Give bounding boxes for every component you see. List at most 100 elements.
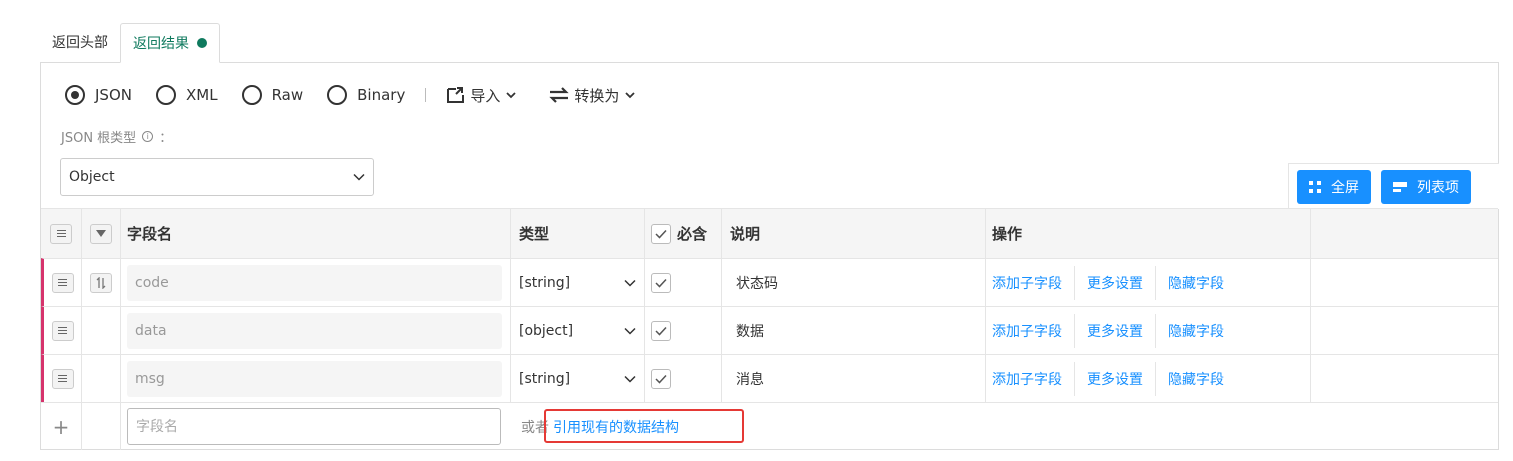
radio-xml[interactable]: XML [155, 85, 218, 105]
more-settings-link[interactable]: 更多设置 [1087, 321, 1155, 341]
drag-handle-icon[interactable] [51, 368, 74, 389]
header-type: 类型 [511, 209, 645, 258]
fullscreen-label: 全屏 [1331, 180, 1359, 196]
field-required-cell [645, 355, 722, 402]
tab-response-headers[interactable]: 返回头部 [40, 23, 120, 63]
list-view-label: 列表项 [1417, 180, 1459, 196]
table-row: msg [string] 消息 添加子字段 更多设置 隐藏字段 [41, 354, 1498, 402]
radio-label: Binary [357, 86, 406, 104]
field-type-select[interactable]: [object] [519, 323, 636, 339]
header-required: 必含 [645, 209, 722, 258]
response-tabs: 返回头部 返回结果 [40, 23, 220, 63]
chevron-down-icon [624, 327, 636, 335]
menu-icon[interactable] [50, 223, 72, 244]
convert-label: 转换为 [574, 86, 620, 105]
radio-circle [241, 85, 262, 105]
field-required-checkbox[interactable] [651, 272, 671, 293]
root-type-label: JSON 根类型 i ： [61, 127, 172, 146]
row-extra-cell [1311, 307, 1498, 354]
field-type-value: [object] [519, 322, 574, 339]
hide-field-link[interactable]: 隐藏字段 [1168, 273, 1236, 293]
field-name-input[interactable]: msg [127, 360, 502, 397]
field-operations-cell: 添加子字段 更多设置 隐藏字段 [986, 355, 1311, 402]
add-child-field-link[interactable]: 添加子字段 [992, 321, 1074, 341]
field-name-cell: msg [121, 355, 511, 402]
root-type-select[interactable]: Object [60, 158, 374, 196]
field-type-value: [string] [519, 370, 571, 387]
chevron-down-icon [506, 92, 516, 99]
convert-icon [549, 87, 569, 103]
triangle-down-icon[interactable] [90, 223, 112, 244]
root-type-value: Object [69, 169, 115, 185]
field-type-cell: [string] [511, 259, 645, 306]
more-settings-link[interactable]: 更多设置 [1087, 369, 1155, 389]
header-expand-cell [82, 209, 121, 258]
field-required-checkbox[interactable] [651, 368, 671, 389]
drag-handle-icon[interactable] [51, 320, 74, 341]
field-type-select[interactable]: [string] [519, 275, 636, 291]
radio-json[interactable]: JSON [65, 85, 132, 105]
table-row: code [string] 状态码 添加子字段 更多设置 隐藏字段 [41, 258, 1498, 306]
fullscreen-button[interactable]: 全屏 [1297, 170, 1371, 204]
check-icon [655, 326, 667, 336]
import-button[interactable]: 导入 [446, 85, 520, 106]
divider [1155, 361, 1156, 396]
field-name-input[interactable]: code [127, 264, 502, 301]
sort-icon[interactable] [90, 272, 112, 293]
more-settings-link[interactable]: 更多设置 [1087, 273, 1155, 293]
field-type-select[interactable]: [string] [519, 371, 636, 387]
divider [1155, 313, 1156, 348]
field-type-cell: [string] [511, 355, 645, 402]
radio-raw[interactable]: Raw [241, 85, 303, 105]
view-toolbar: 全屏 列表项 [1288, 163, 1499, 209]
import-icon [447, 87, 465, 103]
hide-field-link[interactable]: 隐藏字段 [1168, 321, 1236, 341]
add-child-field-link[interactable]: 添加子字段 [992, 273, 1074, 293]
radio-binary[interactable]: Binary [327, 85, 405, 105]
radio-circle [155, 85, 176, 105]
divider [1155, 265, 1156, 300]
plus-icon[interactable]: + [41, 403, 82, 450]
list-icon [1393, 182, 1407, 192]
field-description-cell[interactable]: 消息 [722, 355, 986, 402]
field-operations-cell: 添加子字段 更多设置 隐藏字段 [986, 307, 1311, 354]
field-type-cell: [object] [511, 307, 645, 354]
reference-schema-link[interactable]: 引用现有的数据结构 [553, 417, 679, 437]
field-description-cell[interactable]: 状态码 [722, 259, 986, 306]
response-body-panel: JSON XML Raw Binary 导入 转换为 JSON 根类型 i ： … [40, 62, 1499, 450]
tab-label: 返回头部 [52, 35, 108, 51]
row-extra-cell [1311, 259, 1498, 306]
radio-label: XML [185, 86, 218, 104]
tab-response-body[interactable]: 返回结果 [120, 23, 220, 63]
fullscreen-icon [1309, 181, 1321, 193]
or-text: 或者 [521, 419, 549, 436]
format-selector: JSON XML Raw Binary 导入 转换为 [65, 83, 667, 107]
chevron-down-icon [625, 92, 635, 99]
chevron-down-icon [353, 173, 365, 181]
header-extra [1311, 209, 1498, 258]
check-icon [655, 229, 667, 239]
add-child-field-link[interactable]: 添加子字段 [992, 369, 1074, 389]
field-name-input[interactable]: data [127, 312, 502, 349]
hide-field-link[interactable]: 隐藏字段 [1168, 369, 1236, 389]
header-operations: 操作 [986, 209, 1311, 258]
field-required-cell [645, 307, 722, 354]
row-extra-cell [1311, 355, 1498, 402]
required-all-checkbox[interactable] [651, 223, 671, 244]
row-sort-cell [82, 259, 121, 306]
field-description-cell[interactable]: 数据 [722, 307, 986, 354]
list-view-button[interactable]: 列表项 [1381, 170, 1471, 204]
field-description: 状态码 [736, 275, 778, 292]
field-required-checkbox[interactable] [651, 320, 671, 341]
field-name-cell: code [121, 259, 511, 306]
field-name-cell: data [121, 307, 511, 354]
table-header: 字段名 类型 必含 说明 操作 [41, 208, 1498, 258]
field-description: 消息 [736, 371, 764, 388]
convert-button[interactable]: 转换为 [548, 85, 639, 106]
import-label: 导入 [470, 86, 501, 105]
info-icon: i [142, 131, 154, 142]
chevron-down-icon [624, 279, 636, 287]
drag-handle-icon[interactable] [51, 272, 74, 293]
new-field-name-input[interactable] [127, 408, 501, 445]
row-sort-cell [82, 355, 121, 402]
